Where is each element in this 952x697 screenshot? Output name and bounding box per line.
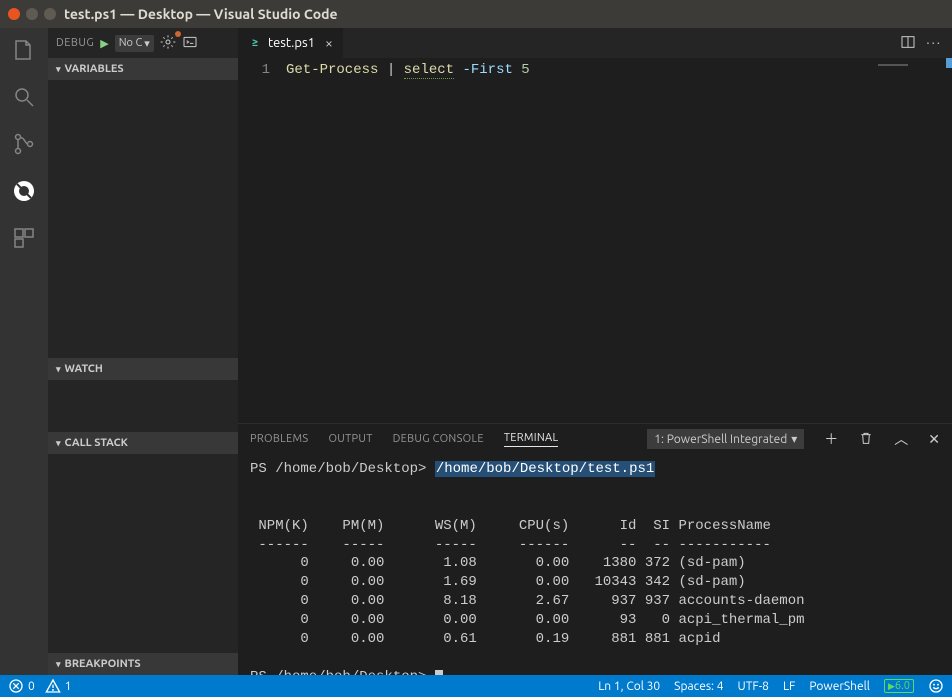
debug-label: DEBUG (56, 37, 94, 49)
chevron-down-icon: ▾ (56, 659, 61, 670)
maximize-window-icon[interactable] (44, 8, 56, 20)
split-editor-button[interactable] (900, 34, 916, 53)
powershell-file-icon: ≥ (248, 36, 262, 50)
terminal-output[interactable]: PS /home/bob/Desktop> /home/bob/Desktop/… (238, 454, 952, 675)
maximize-panel-button[interactable]: ︿ (894, 429, 908, 449)
activity-bar (0, 28, 48, 675)
extensions-icon[interactable] (12, 226, 36, 253)
chevron-down-icon: ▾ (56, 438, 61, 449)
status-encoding[interactable]: UTF-8 (738, 680, 769, 693)
debug-sidebar: DEBUG ▶ No C▾ ▾ VARIABLES ▾ WATCH ▾ CAL (48, 28, 238, 675)
tab-terminal[interactable]: TERMINAL (504, 432, 559, 447)
debug-settings-button[interactable] (160, 34, 176, 53)
search-icon[interactable] (12, 85, 36, 112)
source-control-icon[interactable] (12, 132, 36, 159)
more-actions-button[interactable]: ··· (926, 36, 942, 50)
minimize-window-icon[interactable] (26, 8, 38, 20)
tab-debug-console[interactable]: DEBUG CONSOLE (393, 433, 484, 445)
debug-config-select[interactable]: No C▾ (115, 35, 154, 52)
settings-badge-icon (175, 31, 181, 37)
code-editor[interactable]: 1 Get-Process | select -First 5 (238, 58, 952, 423)
tab-label: test.ps1 (268, 36, 315, 50)
watch-header[interactable]: ▾ WATCH (48, 358, 238, 380)
editor-group: ≥ test.ps1 × ··· 1 Get-Process | select … (238, 28, 952, 675)
chevron-down-icon: ▾ (791, 432, 797, 446)
overview-ruler (942, 58, 952, 423)
status-eol[interactable]: LF (783, 680, 795, 693)
explorer-icon[interactable] (12, 38, 36, 65)
callstack-header[interactable]: ▾ CALL STACK (48, 432, 238, 454)
terminal-selector[interactable]: 1: PowerShell Integrated ▾ (647, 429, 804, 449)
watch-panel (48, 380, 238, 432)
breakpoints-header[interactable]: ▾ BREAKPOINTS (48, 653, 238, 675)
panel-tabs: PROBLEMS OUTPUT DEBUG CONSOLE TERMINAL 1… (238, 424, 952, 454)
window-title: test.ps1 — Desktop — Visual Studio Code (64, 6, 338, 22)
variables-panel (48, 80, 238, 358)
close-panel-button[interactable]: ✕ (928, 431, 940, 448)
line-gutter: 1 (238, 62, 286, 423)
status-indent[interactable]: Spaces: 4 (674, 680, 723, 693)
variables-header[interactable]: ▾ VARIABLES (48, 58, 238, 80)
debug-toolbar: DEBUG ▶ No C▾ (48, 28, 238, 58)
start-debug-button[interactable]: ▶ (100, 37, 108, 50)
debug-console-button[interactable] (182, 34, 198, 53)
close-tab-button[interactable]: × (325, 35, 333, 51)
status-warnings[interactable]: 1 (45, 678, 72, 694)
bottom-panel: PROBLEMS OUTPUT DEBUG CONSOLE TERMINAL 1… (238, 423, 952, 675)
tab-test-ps1[interactable]: ≥ test.ps1 × (238, 28, 344, 58)
status-cursor[interactable]: Ln 1, Col 30 (598, 680, 660, 693)
status-feedback-button[interactable] (928, 678, 944, 694)
minimap[interactable] (878, 58, 938, 72)
window-controls (8, 8, 56, 20)
kill-terminal-button[interactable] (858, 430, 874, 449)
chevron-down-icon: ▾ (56, 64, 61, 75)
new-terminal-button[interactable]: ＋ (824, 429, 838, 449)
tab-problems[interactable]: PROBLEMS (250, 433, 308, 445)
callstack-panel (48, 454, 238, 653)
code-content[interactable]: Get-Process | select -First 5 (286, 62, 952, 423)
status-bar: 0 1 Ln 1, Col 30 Spaces: 4 UTF-8 LF Powe… (0, 675, 952, 697)
close-window-icon[interactable] (8, 8, 20, 20)
editor-actions: ··· (890, 28, 952, 58)
tab-output[interactable]: OUTPUT (328, 433, 372, 445)
debug-icon[interactable] (12, 179, 36, 206)
status-errors[interactable]: 0 (8, 678, 35, 694)
status-ps-version[interactable]: ▶6.0 (884, 679, 914, 693)
window-titlebar: test.ps1 — Desktop — Visual Studio Code (0, 0, 952, 28)
status-language[interactable]: PowerShell (809, 680, 870, 693)
tab-bar: ≥ test.ps1 × ··· (238, 28, 952, 58)
chevron-down-icon: ▾ (56, 364, 61, 375)
